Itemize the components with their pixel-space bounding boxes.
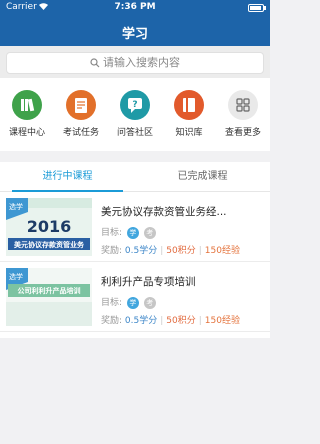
points-value: 50积分 <box>166 316 196 326</box>
learn-chip: 学 <box>126 296 139 309</box>
exp-value: 150经验 <box>204 316 240 326</box>
course-title: 利利升产品专项培训 <box>101 276 196 288</box>
shortcut-label: 问答社区 <box>116 128 153 138</box>
course-tabs: 进行中课程 已完成课程 <box>0 162 270 192</box>
exam-chip: 考 <box>143 296 156 309</box>
course-title: 美元协议存款资管业务经... <box>101 206 227 218</box>
thumb-badge: 选学 <box>9 202 23 211</box>
exam-chip: 考 <box>143 226 156 239</box>
course-target: 目标: 学 考 <box>101 225 156 239</box>
rewards-label: 奖励: <box>101 246 123 256</box>
target-label: 目标: <box>101 298 123 308</box>
search-placeholder: 请输入搜索内容 <box>103 56 180 69</box>
course-thumbnail: 选学 2016 美元协议存款资管业务 <box>6 198 92 256</box>
credit-value: 0.5学分 <box>124 316 158 326</box>
exam-icon <box>66 90 96 120</box>
battery-icon <box>248 4 264 12</box>
thumb-text: 公司利利升产品培训 <box>18 286 81 295</box>
status-bar: Carrier 7:36 PM <box>0 0 270 16</box>
target-label: 目标: <box>101 228 123 238</box>
shortcut-label: 知识库 <box>175 128 203 138</box>
shortcut-label: 课程中心 <box>8 128 45 138</box>
list-item[interactable]: 选学 公司利利升产品培训 利利升产品专项培训 目标: 学 考 奖励: 0.5学分… <box>0 262 270 332</box>
thumb-badge: 选学 <box>9 272 23 281</box>
exp-value: 150经验 <box>204 246 240 256</box>
divider <box>0 331 270 332</box>
thumb-year: 2016 <box>27 217 72 236</box>
thumb-text: 美元协议存款资管业务 <box>14 240 85 249</box>
search-input[interactable]: 请输入搜索内容 <box>6 52 264 74</box>
search-icon <box>90 58 100 68</box>
course-rewards: 奖励: 0.5学分 | 50积分 | 150经验 <box>101 246 240 256</box>
course-target: 目标: 学 考 <box>101 295 156 309</box>
shortcut-label: 考试任务 <box>62 128 99 138</box>
tab-completed[interactable]: 已完成课程 <box>135 162 270 192</box>
list-item[interactable]: 选学 2016 美元协议存款资管业务 美元协议存款资管业务经... 目标: 学 … <box>0 192 270 262</box>
library-icon <box>174 90 204 120</box>
nav-bar: 学习 <box>0 16 270 46</box>
shortcut-label: 查看更多 <box>224 128 261 138</box>
qa-icon: ? <box>120 90 150 120</box>
rewards-label: 奖励: <box>101 316 123 326</box>
page-title: 学习 <box>121 27 148 42</box>
course-list: 选学 2016 美元协议存款资管业务 美元协议存款资管业务经... 目标: 学 … <box>0 192 270 338</box>
course-rewards: 奖励: 0.5学分 | 50积分 | 150经验 <box>101 316 240 326</box>
svg-text:?: ? <box>132 100 137 110</box>
battery-tip <box>264 6 266 10</box>
course-thumbnail: 选学 公司利利升产品培训 <box>6 268 92 326</box>
shortcut-grid: 课程中心 考试任务 ? 问答社区 知识库 查看更多 <box>0 78 270 151</box>
books-icon <box>12 90 42 120</box>
shortcut-library[interactable]: 知识库 <box>162 90 216 138</box>
shortcut-course-center[interactable]: 课程中心 <box>0 90 54 138</box>
credit-value: 0.5学分 <box>124 246 158 256</box>
shortcut-see-more[interactable]: 查看更多 <box>216 90 270 138</box>
more-grid-icon <box>228 90 258 120</box>
learn-chip: 学 <box>126 226 139 239</box>
search-area: 请输入搜索内容 <box>0 46 270 78</box>
shortcut-qa-community[interactable]: ? 问答社区 <box>108 90 162 138</box>
points-value: 50积分 <box>166 246 196 256</box>
shortcut-exam-tasks[interactable]: 考试任务 <box>54 90 108 138</box>
clock: 7:36 PM <box>114 2 156 12</box>
tab-in-progress[interactable]: 进行中课程 <box>0 162 135 192</box>
